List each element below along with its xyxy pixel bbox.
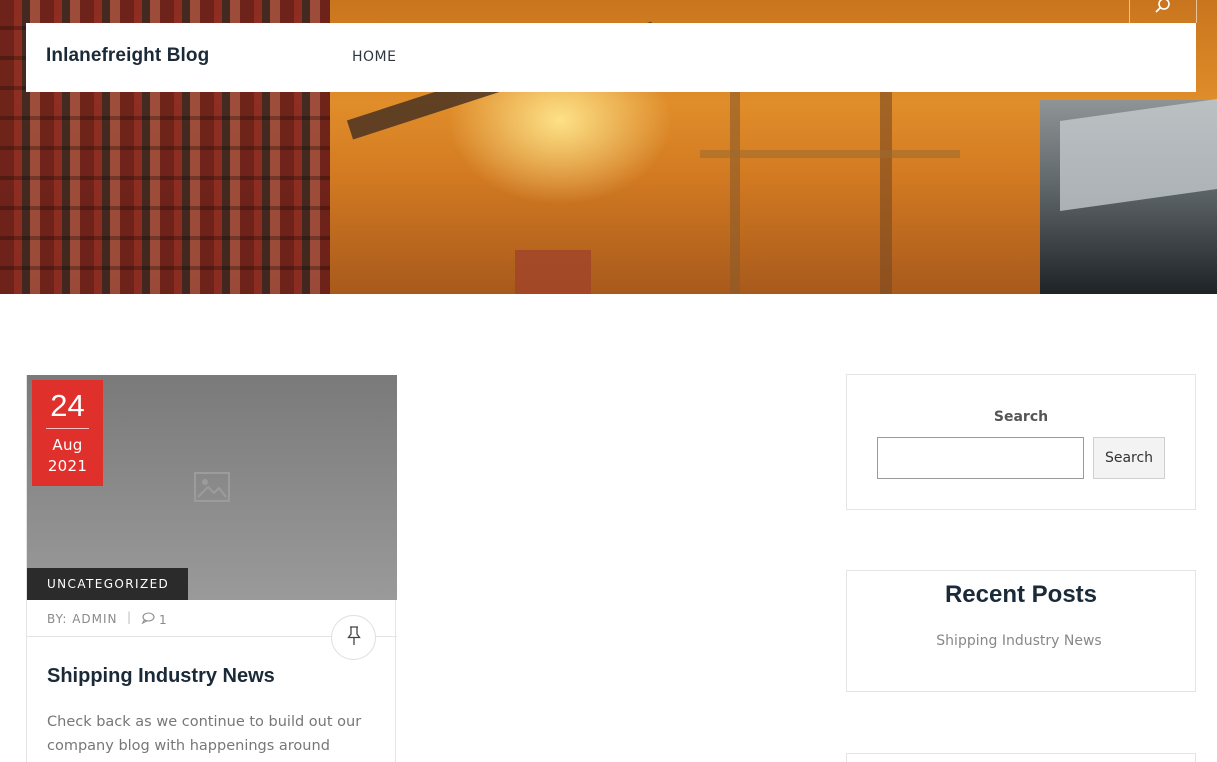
post-date-month: Aug — [52, 436, 83, 454]
post-date-day: 24 — [50, 388, 85, 423]
date-divider — [46, 428, 89, 429]
recent-post-link[interactable]: Shipping Industry News — [847, 633, 1191, 649]
comment-icon — [141, 612, 155, 627]
post-card: 24 Aug 2021 UNCATEGORIZED BY: ADMIN | 1 — [26, 375, 397, 762]
search-icon — [1154, 0, 1172, 19]
post-author-link[interactable]: ADMIN — [72, 612, 117, 626]
hero-crane-crossbar — [700, 150, 960, 158]
site-title[interactable]: Inlanefreight Blog — [46, 45, 209, 67]
recent-posts-heading: Recent Posts — [944, 581, 1098, 608]
nav-item-home[interactable]: HOME — [352, 49, 396, 65]
sidebar-widget — [846, 753, 1196, 762]
image-placeholder-icon — [194, 472, 230, 506]
hero-crane-pillar — [730, 92, 740, 294]
comment-count: 1 — [159, 612, 168, 627]
search-input[interactable] — [877, 437, 1084, 479]
search-widget: Search Search — [846, 374, 1196, 510]
search-button[interactable]: Search — [1093, 437, 1165, 479]
post-date-year: 2021 — [47, 457, 88, 475]
post-excerpt: Check back as we continue to build out o… — [47, 714, 362, 754]
header-search-toggle[interactable] — [1129, 0, 1197, 23]
recent-posts-widget: Recent Posts Shipping Industry News — [846, 570, 1196, 692]
post-author-meta: BY: ADMIN — [47, 612, 118, 626]
meta-divider: | — [127, 610, 133, 624]
hero-ship — [1040, 100, 1217, 294]
post-category-link[interactable]: UNCATEGORIZED — [27, 568, 188, 600]
pin-icon — [346, 625, 361, 650]
post-featured-image[interactable]: 24 Aug 2021 UNCATEGORIZED — [27, 375, 397, 600]
author-prefix: BY: — [47, 612, 68, 626]
post-comments-link[interactable]: 1 — [141, 612, 168, 627]
post-title-link[interactable]: Shipping Industry News — [47, 665, 275, 688]
main-navbar: Inlanefreight Blog HOME — [26, 23, 1196, 92]
search-widget-label: Search — [993, 409, 1049, 425]
sticky-post-badge — [331, 615, 376, 660]
hero-container-mid — [515, 250, 591, 294]
post-date-badge: 24 Aug 2021 — [32, 380, 103, 486]
hero-crane-pillar — [880, 92, 892, 294]
